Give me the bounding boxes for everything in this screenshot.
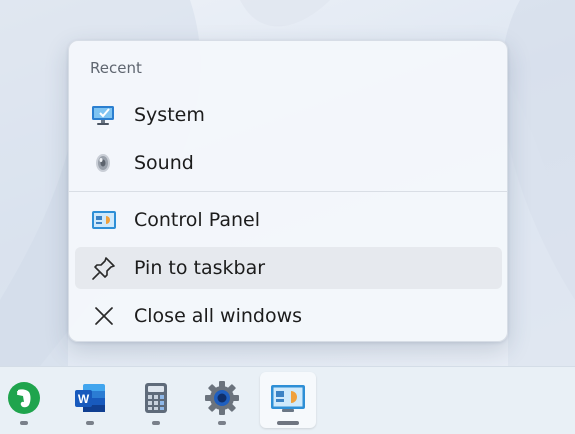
recent-item-sound-label: Sound: [134, 152, 194, 174]
running-indicator: [86, 421, 94, 425]
menu-divider: [69, 191, 507, 192]
recent-item-system[interactable]: System: [75, 94, 502, 136]
task-control-panel-label: Control Panel: [134, 209, 260, 231]
taskbar-app-calculator[interactable]: [128, 372, 184, 428]
control-panel-icon: [91, 207, 117, 233]
settings-gear-icon: [204, 380, 240, 420]
taskbar-app-control-panel[interactable]: [260, 372, 316, 428]
task-close-all-windows[interactable]: Close all windows: [75, 295, 502, 337]
recent-section-header: Recent: [90, 59, 142, 77]
pin-icon: [91, 255, 117, 281]
task-close-all-windows-label: Close all windows: [134, 305, 303, 327]
word-icon: W: [73, 381, 107, 419]
close-icon: [91, 303, 117, 329]
recent-item-system-label: System: [134, 104, 205, 126]
recent-item-sound[interactable]: Sound: [75, 142, 502, 184]
task-pin-to-taskbar[interactable]: Pin to taskbar: [75, 247, 502, 289]
running-indicator: [218, 421, 226, 425]
taskbar-app-settings[interactable]: [194, 372, 250, 428]
task-pin-to-taskbar-label: Pin to taskbar: [134, 257, 266, 279]
task-control-panel[interactable]: Control Panel: [75, 199, 502, 241]
running-indicator: [20, 421, 28, 425]
taskbar-app-evernote[interactable]: [0, 372, 52, 428]
active-indicator: [277, 421, 299, 425]
evernote-icon: [7, 381, 41, 419]
monitor-check-icon: [91, 102, 117, 128]
calculator-icon: [139, 381, 173, 419]
speaker-icon: [91, 150, 117, 176]
word-letter: W: [78, 392, 90, 406]
running-indicator: [152, 421, 160, 425]
taskbar-app-word[interactable]: W: [62, 372, 118, 428]
control-panel-icon: [270, 382, 306, 418]
taskbar: W: [0, 366, 575, 434]
jump-list-menu: Recent System Sound Control Panel Pin to…: [68, 40, 508, 342]
